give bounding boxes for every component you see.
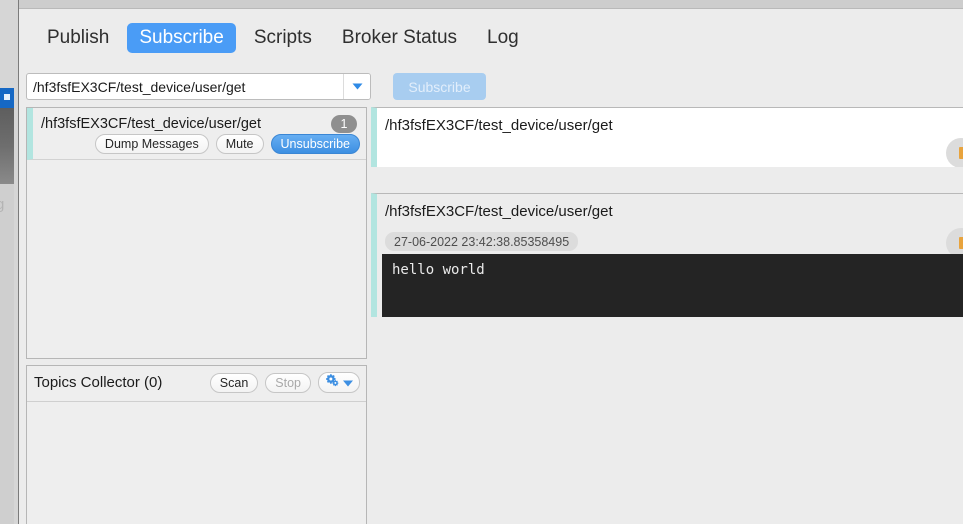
main-tabbar: Publish Subscribe Scripts Broker Status …	[19, 10, 963, 66]
unsubscribe-button[interactable]: Unsubscribe	[270, 134, 360, 154]
stop-button[interactable]: Stop	[265, 372, 311, 393]
background-window-text: rg	[0, 196, 5, 213]
subscription-message-count: 1	[331, 115, 357, 133]
topics-collector-header: Topics Collector (0) Scan Stop	[27, 366, 366, 402]
tab-broker-status[interactable]: Broker Status	[330, 23, 469, 53]
subscriptions-panel: /hf3fsfEX3CF/test_device/user/get 1 Dump…	[26, 107, 367, 359]
mqtt-client-window: Publish Subscribe Scripts Broker Status …	[18, 0, 963, 524]
topic-dropdown-toggle[interactable]	[343, 74, 370, 99]
message-timestamp: 27-06-2022 23:42:38.85358495	[385, 232, 579, 251]
tab-publish[interactable]: Publish	[35, 23, 121, 53]
topics-collector-panel: Topics Collector (0) Scan Stop	[26, 365, 367, 524]
message-topic: /hf3fsfEX3CF/test_device/user/get	[385, 117, 613, 134]
message-badge[interactable]	[946, 138, 963, 167]
application-window: rg Publish Subscribe Scripts Broker Stat…	[0, 0, 963, 524]
gear-icon	[325, 373, 341, 392]
background-window-toolbar	[0, 108, 14, 184]
tab-subscribe[interactable]: Subscribe	[127, 23, 236, 53]
message-topic: /hf3fsfEX3CF/test_device/user/get	[385, 203, 613, 220]
background-window-icon	[4, 94, 10, 100]
pause-icon	[958, 147, 963, 159]
mute-button[interactable]: Mute	[215, 134, 264, 154]
topic-input[interactable]	[27, 74, 343, 99]
chevron-down-icon	[352, 83, 363, 90]
chevron-down-icon	[343, 374, 353, 392]
tab-log[interactable]: Log	[475, 23, 531, 53]
message-card[interactable]: /hf3fsfEX3CF/test_device/user/get 27-06-…	[371, 193, 963, 317]
topic-combobox[interactable]	[26, 73, 371, 100]
messages-gap	[371, 167, 963, 193]
collector-settings-button[interactable]	[318, 372, 360, 393]
subscription-topic: /hf3fsfEX3CF/test_device/user/get	[41, 116, 262, 132]
topics-collector-title: Topics Collector (0)	[34, 374, 163, 391]
scan-button[interactable]: Scan	[209, 372, 259, 393]
dump-messages-button[interactable]: Dump Messages	[94, 134, 209, 154]
message-payload: hello world	[382, 254, 963, 317]
window-titlebar	[19, 0, 963, 9]
subscription-row[interactable]: /hf3fsfEX3CF/test_device/user/get 1 Dump…	[27, 108, 366, 160]
messages-column: /hf3fsfEX3CF/test_device/user/get /hf3fs…	[371, 107, 963, 524]
subscribe-toolbar: Subscribe Qo... Qo... Qo... Autoscroll C…	[19, 66, 963, 164]
topics-collector-actions: Scan Stop	[209, 372, 360, 393]
background-window-body	[0, 184, 14, 524]
message-card[interactable]: /hf3fsfEX3CF/test_device/user/get	[371, 107, 963, 167]
pause-icon	[958, 237, 963, 249]
tab-scripts[interactable]: Scripts	[242, 23, 324, 53]
subscribe-button[interactable]: Subscribe	[393, 73, 486, 100]
left-column: /hf3fsfEX3CF/test_device/user/get 1 Dump…	[26, 107, 367, 524]
subscriptions-empty-area	[27, 160, 366, 358]
subscription-actions: Dump Messages Mute Unsubscribe	[94, 134, 360, 154]
